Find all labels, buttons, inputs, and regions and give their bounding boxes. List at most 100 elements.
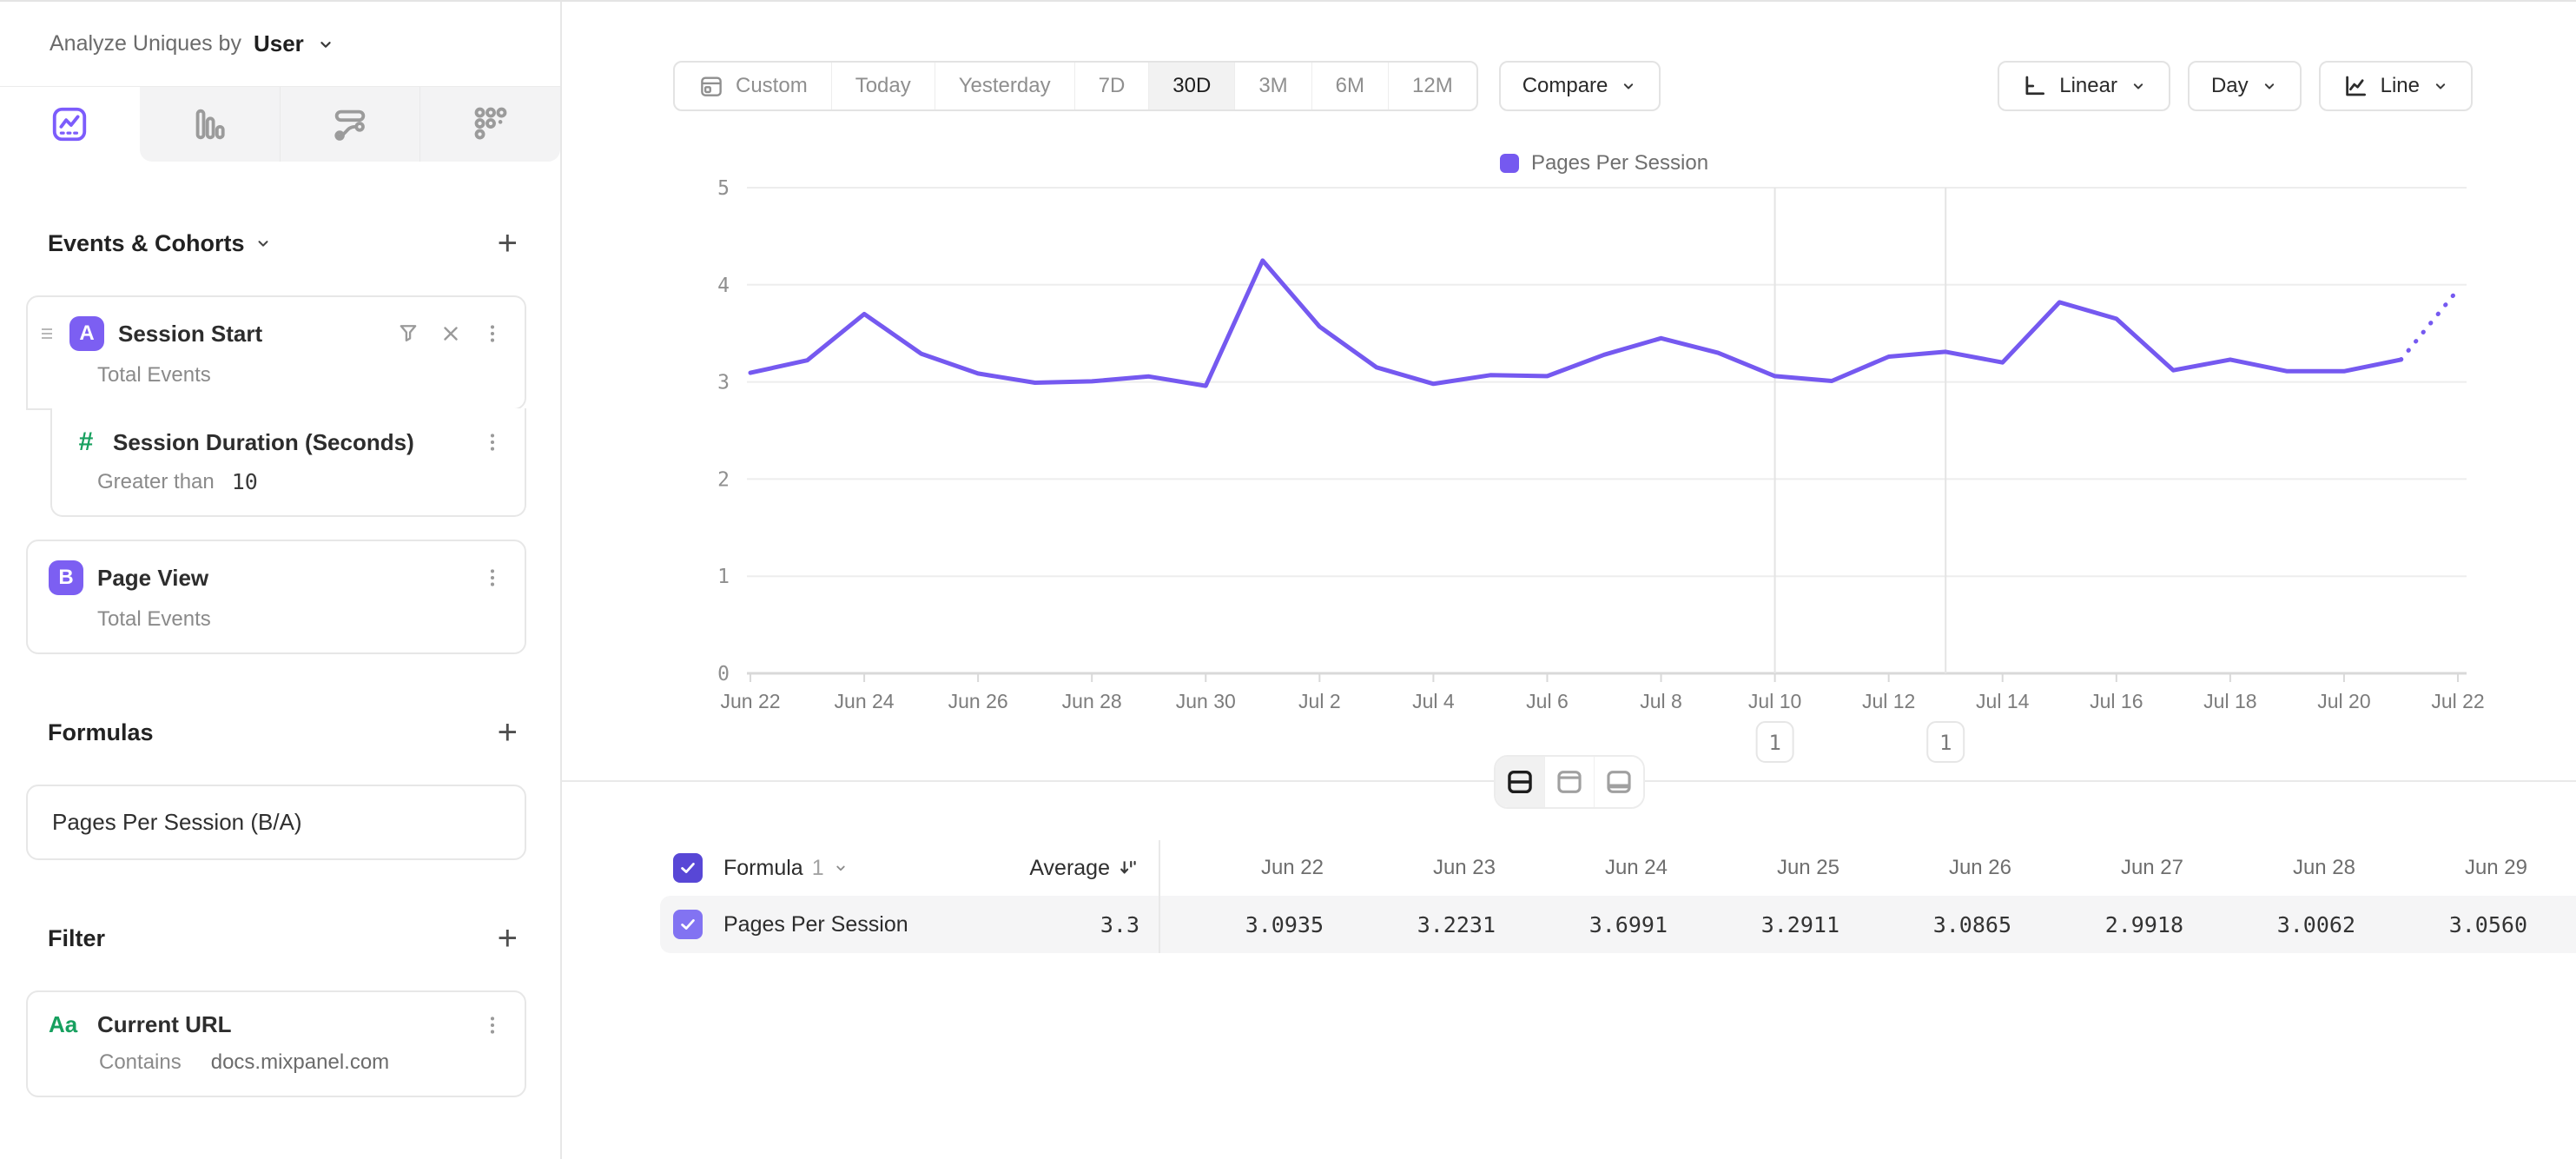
- chart-type-button[interactable]: Line: [2319, 61, 2473, 111]
- y-scale-button[interactable]: Linear: [1998, 61, 2170, 111]
- range-option-12m[interactable]: 12M: [1388, 63, 1476, 109]
- tab-bar-chart[interactable]: [140, 87, 280, 162]
- analyze-value-dropdown[interactable]: User: [254, 30, 304, 57]
- range-option-3m[interactable]: 3M: [1234, 63, 1311, 109]
- date-column-header[interactable]: Jun 24: [1504, 856, 1676, 880]
- filter-operator[interactable]: Contains: [99, 1050, 182, 1075]
- svg-text:1: 1: [717, 566, 730, 588]
- svg-text:Jul 4: Jul 4: [1412, 690, 1455, 712]
- range-option-7d[interactable]: 7D: [1074, 63, 1149, 109]
- annotation-badge[interactable]: 1: [1757, 722, 1793, 762]
- legend-label: Pages Per Session: [1531, 151, 1708, 176]
- formula-card[interactable]: Pages Per Session (B/A): [26, 785, 526, 860]
- add-filter-button[interactable]: +: [498, 921, 518, 956]
- event-property-card-session-duration: # Session Duration (Seconds) Greater tha…: [50, 408, 526, 517]
- check-icon: [678, 858, 697, 878]
- svg-text:4: 4: [717, 275, 730, 297]
- tab-retention[interactable]: [419, 87, 560, 162]
- kebab-menu-icon[interactable]: [481, 1014, 504, 1036]
- kebab-menu-icon[interactable]: [481, 322, 504, 345]
- range-option-custom[interactable]: Custom: [675, 63, 831, 109]
- range-option-yesterday[interactable]: Yesterday: [935, 63, 1074, 109]
- annotation-badge[interactable]: 1: [1927, 722, 1964, 762]
- chevron-down-icon: [2130, 77, 2147, 95]
- event-card-page-view: B Page View Total Events: [26, 540, 526, 654]
- filter-card-current-url: Aa Current URL Contains docs.mixpanel.co…: [26, 990, 526, 1097]
- filter-property-name[interactable]: Current URL: [97, 1011, 232, 1038]
- date-column-header[interactable]: Jun 27: [2020, 856, 2192, 880]
- row-average-value: 3.3: [967, 912, 1139, 937]
- tab-flows[interactable]: [280, 87, 420, 162]
- average-column-header[interactable]: Average: [967, 856, 1139, 881]
- add-breakdown-button[interactable]: +: [498, 1155, 518, 1159]
- chart-toolbar: CustomTodayYesterday7D30D3M6M12M Compare…: [673, 61, 2473, 111]
- query-builder-sidebar: Analyze Uniques by User: [0, 2, 562, 1159]
- table-data-row: Pages Per Session 3.3 3.09353.22313.6991…: [660, 896, 2576, 953]
- date-column-header[interactable]: Jun 22: [1160, 856, 1332, 880]
- range-option-today[interactable]: Today: [831, 63, 935, 109]
- table-group-header[interactable]: Formula 1: [723, 856, 967, 881]
- row-checkbox[interactable]: [673, 910, 703, 939]
- date-range-group: CustomTodayYesterday7D30D3M6M12M: [673, 61, 1478, 111]
- analyze-label: Analyze Uniques by: [50, 31, 241, 56]
- filter-value[interactable]: docs.mixpanel.com: [211, 1050, 389, 1075]
- add-event-button[interactable]: +: [498, 226, 518, 261]
- event-card-session-start: A Session Start Total Events: [26, 295, 526, 410]
- sidebar-content: Events & Cohorts + A Session Start: [0, 226, 560, 1159]
- svg-text:Jun 22: Jun 22: [720, 690, 780, 712]
- date-column-header[interactable]: Jun 29: [2364, 856, 2536, 880]
- legend-swatch: [1500, 154, 1519, 173]
- event-name[interactable]: Session Start: [118, 321, 262, 348]
- remove-event-icon[interactable]: [439, 322, 462, 345]
- svg-text:Jul 12: Jul 12: [1862, 690, 1915, 712]
- line-chart-icon: [50, 104, 89, 144]
- event-name[interactable]: Page View: [97, 565, 208, 592]
- linear-axis-icon: [2021, 73, 2047, 99]
- analyze-bar: Analyze Uniques by User: [0, 2, 560, 87]
- kebab-menu-icon[interactable]: [481, 566, 504, 589]
- chevron-down-icon: [255, 235, 271, 251]
- tab-insights-line[interactable]: [0, 87, 140, 162]
- svg-text:Jul 22: Jul 22: [2431, 690, 2484, 712]
- chevron-down-icon: [833, 860, 849, 876]
- compare-button[interactable]: Compare: [1499, 61, 1661, 111]
- chevron-down-icon: [2261, 77, 2278, 95]
- retention-grid-icon: [471, 104, 511, 144]
- chart-only-view-icon: [1554, 767, 1585, 797]
- insights-line-chart[interactable]: 012345Jun 22Jun 24Jun 26Jun 28Jun 30Jul …: [562, 179, 2576, 766]
- check-icon: [678, 915, 697, 934]
- date-column-header[interactable]: Jun 28: [2192, 856, 2364, 880]
- table-date-headers: Jun 22Jun 23Jun 24Jun 25Jun 26Jun 27Jun …: [1159, 840, 2536, 896]
- flows-icon: [330, 104, 370, 144]
- drag-handle-icon[interactable]: [40, 325, 56, 342]
- table-only-view-icon: [1603, 767, 1635, 797]
- formulas-section-header: Formulas +: [26, 715, 526, 750]
- date-cell-value: 3.0935: [1160, 912, 1332, 937]
- svg-text:Jul 6: Jul 6: [1526, 690, 1569, 712]
- date-column-header[interactable]: Jun 25: [1676, 856, 1848, 880]
- kebab-menu-icon[interactable]: [481, 431, 504, 454]
- property-name[interactable]: Session Duration (Seconds): [113, 429, 414, 456]
- range-option-30d[interactable]: 30D: [1148, 63, 1234, 109]
- add-formula-button[interactable]: +: [498, 715, 518, 750]
- property-value[interactable]: 10: [232, 469, 258, 494]
- event-counting-method[interactable]: Total Events: [97, 607, 211, 632]
- date-cell-value: 3.2231: [1332, 912, 1504, 937]
- events-section-title[interactable]: Events & Cohorts: [48, 230, 271, 257]
- date-column-header[interactable]: Jun 26: [1848, 856, 2020, 880]
- chevron-down-icon: [316, 35, 335, 54]
- filter-funnel-icon[interactable]: [396, 321, 420, 346]
- date-cell-value: 2.9918: [2020, 912, 2192, 937]
- svg-text:Jul 14: Jul 14: [1976, 690, 2030, 712]
- row-series-name: Pages Per Session: [723, 912, 967, 937]
- range-option-6m[interactable]: 6M: [1311, 63, 1388, 109]
- interval-button[interactable]: Day: [2188, 61, 2302, 111]
- date-column-header[interactable]: Jun 23: [1332, 856, 1504, 880]
- event-counting-method[interactable]: Total Events: [97, 363, 211, 387]
- select-all-checkbox[interactable]: [673, 853, 703, 883]
- property-operator[interactable]: Greater than: [97, 470, 215, 494]
- date-cell-value: 3.0062: [2192, 912, 2364, 937]
- svg-text:Jul 8: Jul 8: [1640, 690, 1682, 712]
- line-chart-type-icon: [2342, 73, 2368, 99]
- filter-section-title: Filter: [48, 925, 105, 952]
